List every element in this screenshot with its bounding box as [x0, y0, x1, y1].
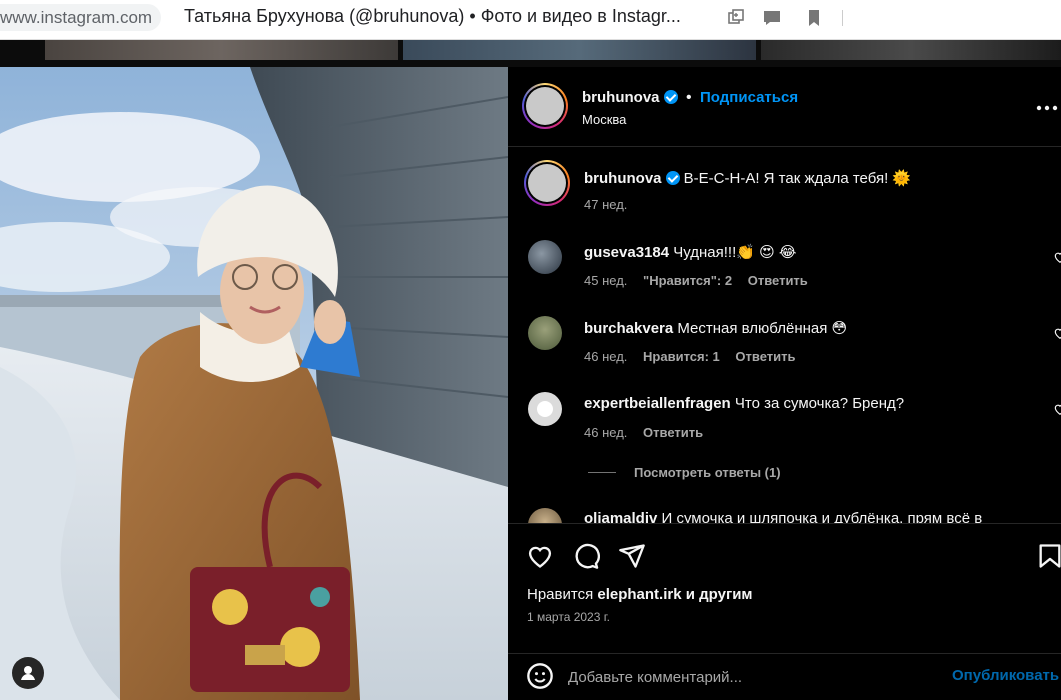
- reply-button[interactable]: Ответить: [735, 349, 795, 364]
- verified-badge-icon: [665, 171, 680, 185]
- follow-button[interactable]: Подписаться: [700, 89, 798, 106]
- comment: oliamaldiv И сумочка и шляпочка и дублён…: [584, 510, 982, 523]
- comment-text: Местная влюблённая 😳: [677, 320, 848, 337]
- grid-thumbnail: [403, 40, 756, 60]
- commenter-avatar[interactable]: [528, 508, 562, 523]
- grid-thumbnail: [761, 40, 1061, 60]
- bookmark-browser-icon[interactable]: [804, 8, 824, 28]
- caption-username[interactable]: bruhunova: [584, 170, 662, 187]
- caption-avatar[interactable]: [524, 160, 570, 206]
- user-tag-button[interactable]: [12, 657, 44, 689]
- comment-icon[interactable]: [572, 542, 600, 570]
- comment-meta: 46 нед. Ответить: [584, 425, 703, 440]
- comment: burchakvera Местная влюблённая 😳: [584, 319, 847, 337]
- post-actions: Нравится elephant.irk и другим 1 марта 2…: [508, 523, 1061, 653]
- separator-dot: •: [685, 89, 692, 106]
- smiley-icon[interactable]: [526, 662, 554, 690]
- heart-icon[interactable]: [526, 542, 554, 570]
- likes-suffix[interactable]: и другим: [686, 586, 753, 603]
- heart-icon[interactable]: [1053, 250, 1061, 264]
- bookmark-icon[interactable]: [1036, 542, 1061, 570]
- comment-meta: 46 нед. Нравится: 1 Ответить: [584, 349, 795, 364]
- likes-summary[interactable]: Нравится elephant.irk и другим: [527, 586, 753, 603]
- paper-plane-icon[interactable]: [618, 542, 646, 570]
- add-comment-bar: Опубликовать: [508, 653, 1061, 700]
- replies-divider: [588, 472, 616, 473]
- extension-icon[interactable]: [726, 8, 746, 28]
- comment-text: Чудная!!!👏 😍 😂: [673, 244, 797, 261]
- view-replies-button[interactable]: Посмотреть ответы (1): [634, 465, 781, 480]
- heart-icon[interactable]: [1053, 402, 1061, 416]
- reply-button[interactable]: Ответить: [643, 425, 703, 440]
- comments-list[interactable]: bruhunova В-Е-С-Н-А! Я так ждала тебя! 🌞…: [508, 148, 1061, 523]
- comment: expertbeiallenfragen Что за сумочка? Бре…: [584, 395, 904, 412]
- comment-username[interactable]: guseva3184: [584, 244, 669, 261]
- comment-username[interactable]: burchakvera: [584, 320, 673, 337]
- post-date[interactable]: 1 марта 2023 г.: [527, 610, 610, 624]
- toolbar-divider: [842, 10, 843, 26]
- comment-time[interactable]: 45 нед.: [584, 273, 627, 288]
- likes-user[interactable]: elephant.irk: [597, 586, 681, 603]
- caption-time[interactable]: 47 нед.: [584, 197, 627, 212]
- comment-meta: 45 нед. "Нравится": 2 Ответить: [584, 273, 808, 288]
- background-grid-strip: [0, 40, 1061, 67]
- grid-thumbnail: [45, 40, 398, 60]
- page-title: Татьяна Брухунова (@bruhunova) • Фото и …: [184, 6, 681, 26]
- author-username[interactable]: bruhunova: [582, 89, 660, 106]
- post-panel: bruhunova • Подписаться Москва bruhunova…: [508, 67, 1061, 700]
- comment: guseva3184 Чудная!!!👏 😍 😂: [584, 243, 796, 261]
- comment-input[interactable]: [568, 664, 938, 690]
- verified-badge-icon: [663, 90, 678, 104]
- commenter-avatar[interactable]: [528, 240, 562, 274]
- comment-time[interactable]: 46 нед.: [584, 425, 627, 440]
- comment-likes[interactable]: "Нравится": 2: [643, 273, 732, 288]
- commenter-avatar[interactable]: [528, 316, 562, 350]
- post-header: bruhunova • Подписаться Москва: [508, 67, 1061, 147]
- likes-prefix: Нравится: [527, 586, 594, 603]
- commenter-avatar[interactable]: [528, 392, 562, 426]
- user-icon: [21, 666, 35, 680]
- chat-icon[interactable]: [762, 8, 782, 28]
- comment-likes[interactable]: Нравится: 1: [643, 349, 720, 364]
- caption-text: В-Е-С-Н-А! Я так ждала тебя! 🌞: [683, 170, 912, 187]
- browser-toolbar: www.instagram.com Татьяна Брухунова (@br…: [0, 0, 1061, 40]
- author-avatar[interactable]: [522, 83, 568, 129]
- comment-username[interactable]: expertbeiallenfragen: [584, 395, 731, 412]
- address-bar[interactable]: www.instagram.com: [0, 4, 162, 31]
- more-dots-icon[interactable]: [1036, 105, 1058, 111]
- comment-text: И сумочка и шляпочка и дублёнка, прям вс…: [661, 510, 983, 523]
- post-location[interactable]: Москва: [582, 112, 626, 127]
- post-photo[interactable]: [0, 67, 508, 700]
- comment-username[interactable]: oliamaldiv: [584, 510, 657, 523]
- publish-button[interactable]: Опубликовать: [952, 667, 1059, 684]
- comment-text: Что за сумочка? Бренд?: [734, 395, 905, 412]
- comment-time[interactable]: 46 нед.: [584, 349, 627, 364]
- heart-icon[interactable]: [1053, 326, 1061, 340]
- reply-button[interactable]: Ответить: [748, 273, 808, 288]
